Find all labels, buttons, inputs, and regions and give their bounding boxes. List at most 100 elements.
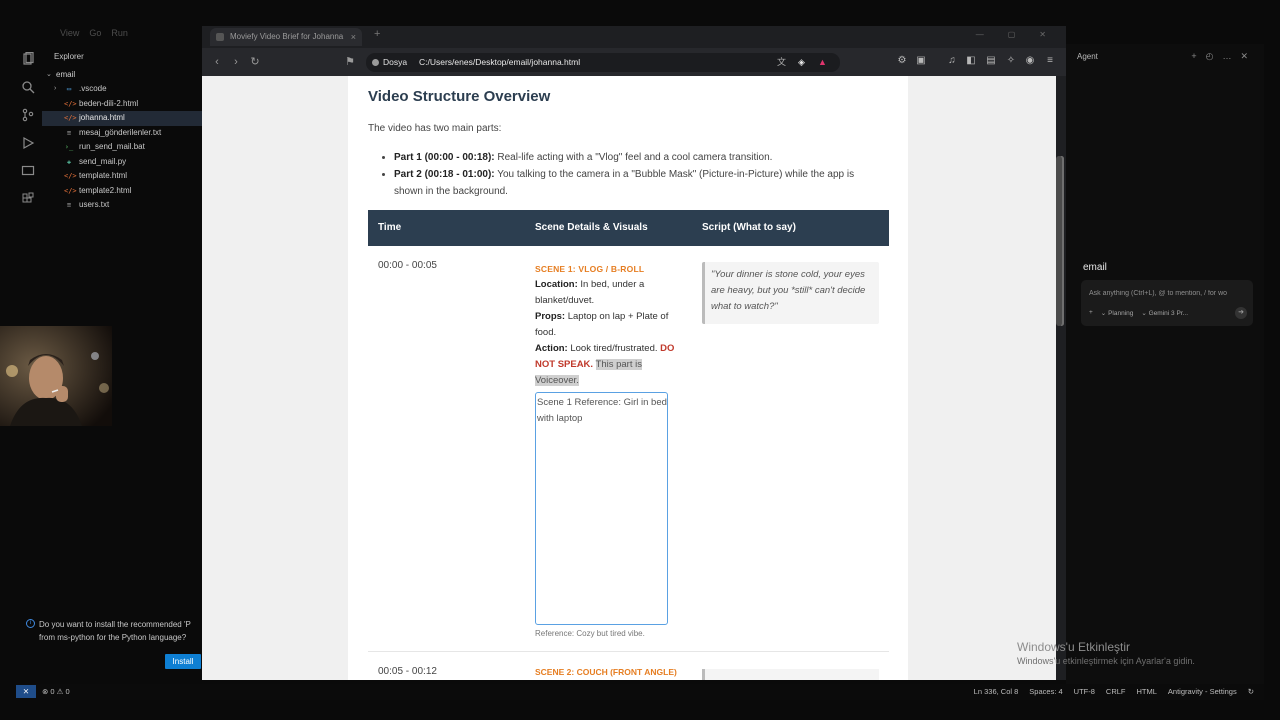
tree-item-template[interactable]: </> template.html <box>42 169 202 184</box>
tree-item-johanna[interactable]: </> johanna.html <box>42 111 202 126</box>
back-icon[interactable]: ‹ <box>210 55 224 69</box>
tree-item-label: users.txt <box>79 200 110 209</box>
document-page: Video Structure Overview The video has t… <box>348 76 908 680</box>
extensions-icon[interactable] <box>21 192 35 206</box>
leo-ai-icon[interactable]: ✧ <box>1005 55 1017 67</box>
list-item: Part 1 (00:00 - 00:18): Real-life acting… <box>394 149 884 166</box>
python-file-icon: ✚ <box>66 157 72 166</box>
tree-item-template2[interactable]: </> template2.html <box>42 184 202 199</box>
tree-item-mesaj[interactable]: ≡ mesaj_gönderilenler.txt <box>42 126 202 141</box>
chat-options: + ⌄ Planning ⌄ Gemini 3 Pr... <box>1089 309 1188 317</box>
problems-indicator[interactable]: ⊗ 0 ⚠ 0 <box>42 687 70 696</box>
close-window-icon[interactable]: ✕ <box>1039 30 1046 39</box>
language-mode[interactable]: HTML <box>1137 687 1157 696</box>
brave-rewards-icon[interactable]: ▲ <box>818 53 827 72</box>
tree-item-label: mesaj_gönderilenler.txt <box>79 127 162 137</box>
page-viewport[interactable]: Video Structure Overview The video has t… <box>202 76 1056 680</box>
agent-scrollbar[interactable] <box>1056 156 1062 326</box>
install-button[interactable]: Install <box>165 654 201 669</box>
new-chat-icon[interactable]: + <box>1191 51 1196 62</box>
line-ending[interactable]: CRLF <box>1106 687 1126 696</box>
scene-cell: SCENE 1: VLOG / B-ROLL Location: In bed,… <box>535 261 685 389</box>
close-panel-icon[interactable]: ✕ <box>1240 51 1248 62</box>
menu-icon[interactable]: ≡ <box>1044 55 1056 67</box>
tab-strip: Moviefy Video Brief for Johanna × + — ▢ … <box>202 26 1066 46</box>
agent-header-actions: + ◴ … ✕ <box>1191 51 1248 62</box>
brave-shields-icon[interactable]: ◈ <box>798 53 805 72</box>
more-icon[interactable]: … <box>1222 51 1231 62</box>
script-quote: "Your dinner is stone cold, your eyes ar… <box>702 262 879 324</box>
address-bar[interactable]: Dosya C:/Users/enes/Desktop/email/johann… <box>366 53 840 72</box>
html-file-icon: </> <box>64 114 77 122</box>
html-file-icon: </> <box>64 186 77 195</box>
parts-list: Part 1 (00:00 - 00:18): Real-life acting… <box>394 149 884 200</box>
time-cell: 00:00 - 00:05 <box>378 260 437 271</box>
vpn-icon[interactable]: ◉ <box>1024 55 1036 67</box>
agent-chat-input[interactable]: Ask anything (Ctrl+L), @ to mention, / f… <box>1081 280 1253 326</box>
chat-placeholder: Ask anything (Ctrl+L), @ to mention, / f… <box>1089 290 1228 297</box>
chevron-down-icon: ⌄ <box>46 71 52 78</box>
maximize-icon[interactable]: ▢ <box>1008 30 1016 39</box>
browser-window: Moviefy Video Brief for Johanna × + — ▢ … <box>202 26 1066 680</box>
extensions-puzzle-icon[interactable]: ⚙ <box>896 55 908 67</box>
list-item: Part 2 (00:18 - 01:00): You talking to t… <box>394 166 884 200</box>
tree-item-label: template.html <box>79 171 128 180</box>
translate-icon[interactable]: 文 <box>777 53 786 72</box>
model-selector[interactable]: ⌄ Gemini 3 Pr... <box>1141 309 1188 317</box>
reload-icon[interactable]: ↻ <box>248 55 262 69</box>
files-icon[interactable] <box>21 51 35 66</box>
tree-item-run-send-mail[interactable]: ›_ run_send_mail.bat <box>42 140 202 155</box>
tree-item-label: template2.html <box>79 185 132 195</box>
tree-item-send-mail-py[interactable]: ✚ send_mail.py <box>42 155 202 170</box>
menu-run[interactable]: Run <box>111 24 128 42</box>
tree-item-label: .vscode <box>79 84 107 93</box>
close-tab-icon[interactable]: × <box>351 28 356 46</box>
search-icon[interactable] <box>21 80 35 94</box>
tree-root-email[interactable]: ⌄ email <box>42 68 202 82</box>
screenshot-icon[interactable]: ▣ <box>915 55 927 67</box>
url-text: C:/Users/enes/Desktop/email/johanna.html <box>419 57 581 67</box>
encoding[interactable]: UTF-8 <box>1074 687 1095 696</box>
tree-item-label: run_send_mail.bat <box>79 142 145 151</box>
webcam-feed-image <box>0 326 112 426</box>
bookmark-icon[interactable]: ⚑ <box>343 55 357 69</box>
add-context-icon[interactable]: + <box>1089 309 1093 317</box>
minimize-icon[interactable]: — <box>976 30 984 39</box>
remote-indicator-icon[interactable]: ⨯ <box>16 685 36 698</box>
text-file-icon: ≡ <box>66 201 72 209</box>
new-tab-icon[interactable]: + <box>374 28 380 40</box>
scene-title: SCENE 1: VLOG / B-ROLL <box>535 264 645 274</box>
remote-explorer-icon[interactable] <box>21 164 35 178</box>
browser-tab[interactable]: Moviefy Video Brief for Johanna × <box>210 28 362 46</box>
source-control-icon[interactable] <box>21 108 35 122</box>
text-file-icon: ≡ <box>66 128 72 137</box>
mode-selector[interactable]: ⌄ Planning <box>1101 309 1134 317</box>
notifications-icon[interactable]: ↻ <box>1248 687 1254 696</box>
html-file-icon: </> <box>64 99 77 108</box>
explorer-title: Explorer <box>54 52 84 61</box>
site-info-icon[interactable] <box>372 59 379 66</box>
menu-view[interactable]: View <box>60 24 79 42</box>
cursor-position[interactable]: Ln 336, Col 8 <box>974 687 1019 696</box>
tab-title: Moviefy Video Brief for Johanna <box>230 32 344 41</box>
indentation[interactable]: Spaces: 4 <box>1029 687 1062 696</box>
scene-props: Props: Laptop on lap + Plate of food. <box>535 311 669 338</box>
send-icon[interactable]: ➜ <box>1235 307 1247 319</box>
tree-item-beden-dili[interactable]: </> beden-dili-2.html <box>42 97 202 112</box>
screen: View Go Run Explorer ⌄ email › ▭ .vscode </… <box>0 0 1280 720</box>
menu-go[interactable]: Go <box>89 24 101 42</box>
wallet-icon[interactable]: ▤ <box>985 55 997 67</box>
script-quote <box>702 669 879 680</box>
history-icon[interactable]: ◴ <box>1206 51 1214 62</box>
tree-item-users[interactable]: ≡ users.txt <box>42 198 202 213</box>
site-label: Dosya <box>383 57 408 67</box>
settings-link[interactable]: Antigravity - Settings <box>1168 687 1237 696</box>
tree-item-vscode[interactable]: › ▭ .vscode <box>42 82 202 97</box>
run-debug-icon[interactable] <box>21 136 35 150</box>
tree-item-label: send_mail.py <box>79 156 127 166</box>
watermark-subtitle: Windows'u etkinleştirmek için Ayarlar'a … <box>1017 656 1195 666</box>
forward-icon[interactable]: › <box>229 55 243 69</box>
col-header-script: Script (What to say) <box>702 222 796 233</box>
media-icon[interactable]: ♫ <box>946 55 958 67</box>
sidebar-icon[interactable]: ◧ <box>965 55 977 67</box>
